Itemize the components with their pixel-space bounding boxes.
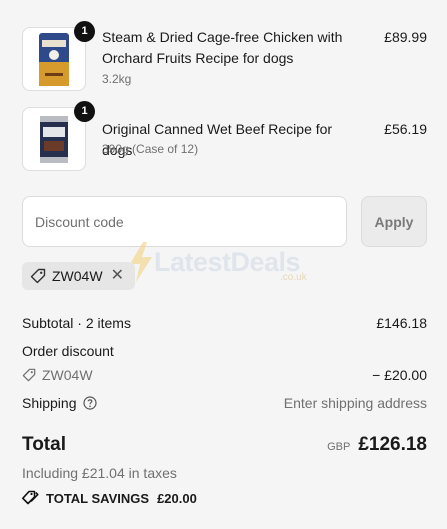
item-title: Steam & Dried Cage-free Chicken with Orc… <box>102 29 343 66</box>
subtotal-label: Subtotal · 2 items <box>22 315 131 331</box>
applied-code-text: ZW04W <box>52 268 103 284</box>
subtotal-value: £146.18 <box>376 315 427 331</box>
order-item: 1 Original Canned Wet Beef Recipe for do… <box>22 101 427 171</box>
discount-amount: − £20.00 <box>372 367 427 383</box>
shipping-label: Shipping <box>22 395 77 411</box>
discount-code-label: ZW04W <box>42 367 93 383</box>
watermark-text: LatestDeals <box>154 246 301 277</box>
order-discount-row: Order discount <box>22 343 427 359</box>
tag-icon <box>30 268 46 284</box>
subtotal-row: Subtotal · 2 items £146.18 <box>22 315 427 331</box>
applied-discount-chip: ZW04W ✕ <box>22 262 135 290</box>
help-icon[interactable] <box>82 396 97 410</box>
remove-discount-close-icon[interactable]: ✕ <box>111 268 124 284</box>
shipping-row: Shipping Enter shipping address <box>22 395 427 411</box>
item-variant: 390g (Case of 12) <box>102 142 199 156</box>
order-item: 1 Steam & Dried Cage-free Chicken with O… <box>22 21 427 91</box>
tag-icon <box>22 490 39 505</box>
total-savings-label: TOTAL SAVINGS <box>46 490 150 506</box>
apply-discount-button[interactable]: Apply <box>361 196 427 247</box>
discount-code-row: ZW04W − £20.00 <box>22 367 427 385</box>
total-currency: GBP <box>327 441 351 453</box>
total-value-group: GBP £126.18 <box>327 434 427 456</box>
total-amount: £126.18 <box>358 434 427 455</box>
total-label: Total <box>22 434 66 455</box>
discount-code-input[interactable] <box>22 196 347 247</box>
item-variant: 3.2kg <box>102 72 132 86</box>
taxes-text: Including £21.04 in taxes <box>22 465 177 481</box>
quantity-badge: 1 <box>74 21 95 42</box>
order-discount-label: Order discount <box>22 343 114 359</box>
total-savings-row: TOTAL SAVINGS £20.00 <box>22 490 197 506</box>
total-savings-amount: £20.00 <box>157 490 197 506</box>
quantity-badge: 1 <box>74 101 95 122</box>
tag-icon <box>22 368 36 382</box>
watermark: LatestDeals .co.uk <box>128 242 307 283</box>
watermark-sub: .co.uk <box>280 272 307 283</box>
shipping-value: Enter shipping address <box>283 395 427 411</box>
item-price: £56.19 <box>384 121 427 137</box>
item-price: £89.99 <box>384 29 427 45</box>
